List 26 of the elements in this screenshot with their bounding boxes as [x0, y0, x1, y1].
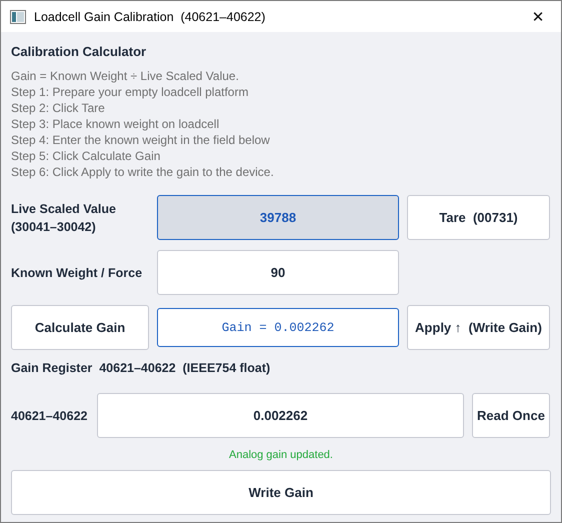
register-label: 40621–40622 [11, 408, 88, 422]
app-icon [10, 10, 26, 24]
register-heading: Gain Register 40621–40622 (IEEE754 float) [11, 361, 272, 377]
write-gain-button[interactable]: Write Gain [11, 470, 551, 515]
register-range-label: (30041–30042) [11, 218, 97, 236]
instruction-line: Step 1: Prepare your empty loadcell platform [11, 84, 250, 100]
gain-register-field[interactable]: 0.002262 [97, 393, 464, 438]
instruction-line: Step 3: Place known weight on loadcell [11, 116, 220, 132]
tare-button[interactable]: Tare (00731) [407, 195, 550, 240]
status-message: Analog gain updated. [228, 448, 334, 462]
field-label: Live Scaled Value [11, 200, 117, 218]
close-button[interactable]: ✕ [515, 1, 561, 32]
window-title: Loadcell Gain Calibration (40621–40622) [34, 10, 266, 24]
gain-result-field: Gain = 0.002262 [157, 308, 399, 347]
section-heading: Calibration Calculator [11, 43, 148, 61]
field-label: Known Weight / Force [11, 266, 144, 280]
instruction-line: Gain = Known Weight ÷ Live Scaled Value. [11, 68, 240, 84]
weight-input-field[interactable]: 90 [157, 250, 399, 295]
instruction-line: Step 5: Click Calculate Gain [11, 148, 162, 164]
instruction-line: Step 2: Click Tare [11, 100, 106, 116]
calculate-gain-button[interactable]: Calculate Gain [11, 305, 149, 350]
apply-button[interactable]: Apply ↑ (Write Gain) [407, 305, 550, 350]
read-once-button[interactable]: Read Once [472, 393, 550, 438]
instruction-line: Step 4: Enter the known weight in the field below [11, 132, 271, 148]
instruction-line: Step 6: Click Apply to write the gain to the device. [11, 164, 275, 180]
live-value-field[interactable]: 39788 [157, 195, 399, 240]
